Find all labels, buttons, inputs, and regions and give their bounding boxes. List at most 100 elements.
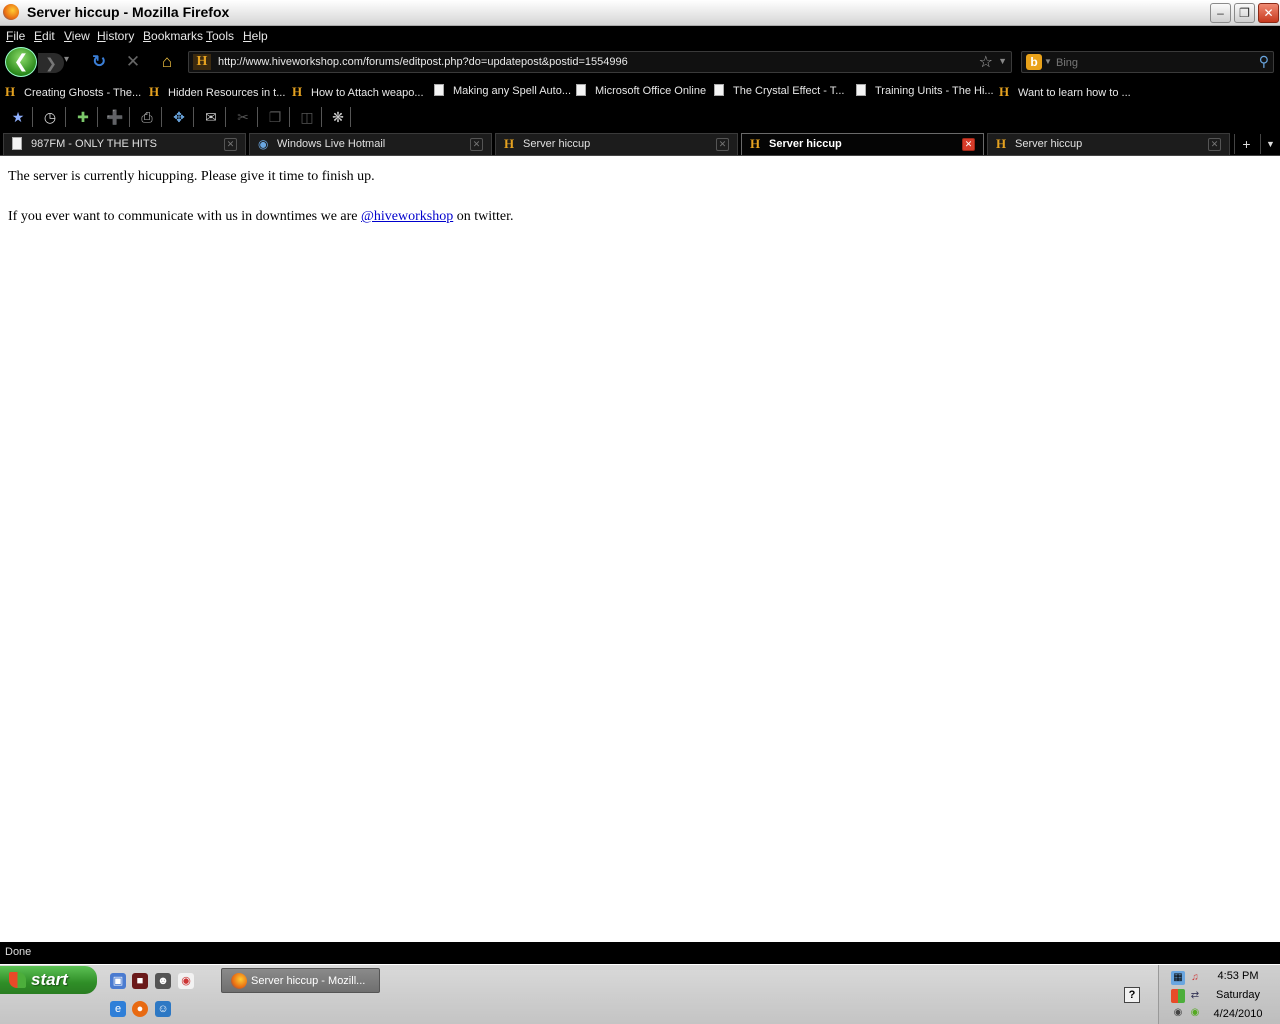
- nvidia-icon[interactable]: ◉: [1188, 1006, 1202, 1020]
- tab-close-button[interactable]: ✕: [224, 138, 237, 151]
- twitter-link[interactable]: @hiveworkshop: [361, 209, 453, 224]
- menu-bookmarks[interactable]: Bookmarks: [143, 29, 203, 43]
- toolbar-separator: [97, 107, 98, 127]
- messenger-icon[interactable]: ☺: [155, 1001, 171, 1017]
- fullscreen-icon[interactable]: ✥: [170, 108, 188, 126]
- firefox-icon: [3, 4, 19, 20]
- mail-icon[interactable]: ✉: [202, 108, 220, 126]
- tab-close-button[interactable]: ✕: [1208, 138, 1221, 151]
- new-tab-icon[interactable]: ➕: [106, 108, 124, 126]
- url-dropdown-icon[interactable]: ▼: [998, 56, 1007, 66]
- network-icon[interactable]: ▦: [1171, 971, 1185, 985]
- toolbar-separator: [289, 107, 290, 127]
- toolbar-separator: [65, 107, 66, 127]
- gimp-icon[interactable]: ☻: [155, 973, 171, 989]
- bookmark-star-icon[interactable]: ☆: [979, 52, 993, 72]
- tab-close-button[interactable]: ✕: [962, 138, 975, 151]
- restore-button[interactable]: ❐: [1234, 3, 1255, 23]
- close-window-button[interactable]: ✕: [1258, 3, 1279, 23]
- app-launcher-icon[interactable]: ■: [132, 973, 148, 989]
- list-all-tabs-button[interactable]: ▼: [1260, 134, 1280, 154]
- home-icon[interactable]: ⌂: [157, 52, 177, 72]
- tab[interactable]: H Server hiccup ✕: [987, 133, 1230, 155]
- tab-active[interactable]: H Server hiccup ✕: [741, 133, 984, 155]
- bookmark-item[interactable]: H How to Attach weapo...: [292, 84, 424, 100]
- tab[interactable]: ◉ Windows Live Hotmail ✕: [249, 133, 492, 155]
- new-tab-button[interactable]: +: [1234, 134, 1258, 154]
- menu-file[interactable]: File: [6, 29, 25, 43]
- tab-bar: 987FM - ONLY THE HITS ✕ ◉ Windows Live H…: [0, 131, 1280, 156]
- bookmarks-sidebar-icon[interactable]: ★: [9, 108, 27, 126]
- toolbar-separator: [257, 107, 258, 127]
- menu-edit[interactable]: Edit: [34, 29, 55, 43]
- windows-update-icon[interactable]: [1171, 989, 1185, 1003]
- clock-time[interactable]: 4:53 PM: [1207, 970, 1269, 982]
- menu-view[interactable]: View: [64, 29, 90, 43]
- search-engine-dropdown-icon[interactable]: ▼: [1044, 57, 1052, 66]
- tab-close-button[interactable]: ✕: [470, 138, 483, 151]
- search-bar[interactable]: b ▼ ⚲: [1021, 51, 1274, 73]
- bookmark-item[interactable]: Training Units - The Hi...: [856, 84, 994, 97]
- help-icon[interactable]: ?: [1124, 987, 1140, 1003]
- history-dropdown-icon[interactable]: ▾: [64, 54, 69, 65]
- minimize-button[interactable]: –: [1210, 3, 1231, 23]
- message-line: The server is currently hicupping. Pleas…: [8, 169, 375, 184]
- tab[interactable]: H Server hiccup ✕: [495, 133, 738, 155]
- stop-icon[interactable]: ✕: [123, 52, 143, 72]
- bookmark-item[interactable]: H Want to learn how to ...: [999, 84, 1131, 100]
- paste-icon[interactable]: ◫: [298, 108, 316, 126]
- new-window-icon[interactable]: ✚: [74, 108, 92, 126]
- bookmark-item[interactable]: Making any Spell Auto...: [434, 84, 571, 97]
- bookmark-item[interactable]: H Creating Ghosts - The...: [5, 84, 141, 100]
- twitter-line: If you ever want to communicate with us …: [8, 209, 514, 224]
- window-titlebar[interactable]: Server hiccup - Mozilla Firefox – ❐ ✕: [0, 0, 1280, 26]
- forward-button[interactable]: ❯: [38, 53, 64, 73]
- toolbar-separator: [32, 107, 33, 127]
- hive-icon: H: [504, 136, 515, 151]
- volume-icon[interactable]: ♫: [1188, 971, 1202, 985]
- url-text[interactable]: http://www.hiveworkshop.com/forums/editp…: [218, 56, 628, 68]
- search-input[interactable]: [1056, 54, 1251, 71]
- cut-icon[interactable]: ✂: [234, 108, 252, 126]
- toolbar-separator: [129, 107, 130, 127]
- print-icon[interactable]: ⎙: [138, 108, 156, 126]
- menu-tools[interactable]: Tools: [206, 29, 234, 43]
- toolbar-separator: [225, 107, 226, 127]
- bookmarks-toolbar: H Creating Ghosts - The... H Hidden Resour…: [0, 78, 1280, 103]
- tab[interactable]: 987FM - ONLY THE HITS ✕: [3, 133, 246, 155]
- page-content: The server is currently hicupping. Pleas…: [0, 157, 1280, 942]
- bookmark-item[interactable]: The Crystal Effect - T...: [714, 84, 844, 97]
- show-desktop-icon[interactable]: ▣: [110, 973, 126, 989]
- bookmark-item[interactable]: H Hidden Resources in t...: [149, 84, 285, 100]
- bing-engine-icon[interactable]: b: [1026, 54, 1042, 70]
- bookmark-item[interactable]: Microsoft Office Online: [576, 84, 706, 97]
- menu-help[interactable]: Help: [243, 29, 268, 43]
- customize-toolbar: ★ ◷ ✚ ➕ ⎙ ✥ ✉ ✂ ❐ ◫ ❋: [0, 103, 1280, 131]
- menu-history[interactable]: History: [97, 29, 134, 43]
- copy-icon[interactable]: ❐: [266, 108, 284, 126]
- tab-close-button[interactable]: ✕: [716, 138, 729, 151]
- chrome-icon[interactable]: ◉: [178, 973, 194, 989]
- search-icon[interactable]: ⚲: [1259, 53, 1269, 70]
- internet-explorer-icon[interactable]: e: [110, 1001, 126, 1017]
- url-bar[interactable]: H http://www.hiveworkshop.com/forums/edi…: [188, 51, 1012, 73]
- reload-icon[interactable]: ↻: [89, 52, 109, 72]
- sync-icon[interactable]: ⇄: [1188, 989, 1202, 1003]
- firefox-icon: [231, 973, 247, 989]
- history-clock-icon[interactable]: ◷: [41, 108, 59, 126]
- hive-icon: H: [292, 84, 303, 99]
- navigation-toolbar: ❮ ❯ ▾ ↻ ✕ ⌂ H http://www.hiveworkshop.co…: [0, 46, 1280, 78]
- taskbar-firefox-button[interactable]: Server hiccup - Mozill...: [221, 968, 380, 993]
- start-button[interactable]: start: [0, 966, 97, 994]
- clock-day: Saturday: [1215, 989, 1261, 1001]
- status-bar: Done: [0, 942, 1280, 964]
- system-tray: ▦ ♫ ⇄ ◉ ◉ 4:53 PM Saturday 4/24/2010: [1158, 965, 1280, 1024]
- antivirus-icon[interactable]: ◉: [1171, 1006, 1185, 1020]
- back-button[interactable]: ❮: [5, 47, 37, 77]
- page-icon: [434, 84, 444, 96]
- firefox-quicklaunch-icon[interactable]: ●: [132, 1001, 148, 1017]
- toolbar-separator: [350, 107, 351, 127]
- site-identity-icon[interactable]: H: [193, 54, 211, 70]
- taskbar: start ▣ ■ ☻ ◉ e ● ☺ Server hiccup - Mozi…: [0, 964, 1280, 1024]
- hive-icon: H: [996, 136, 1007, 151]
